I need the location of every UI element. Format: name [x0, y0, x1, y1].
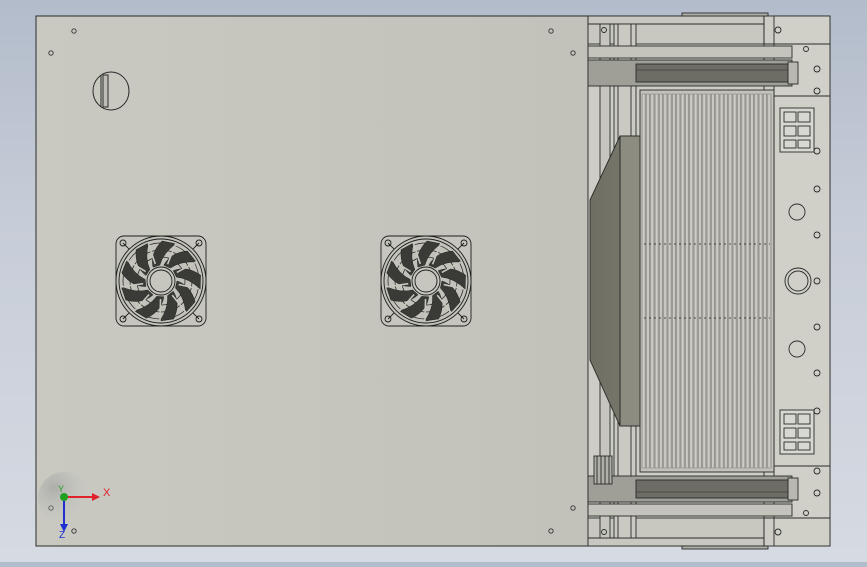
conveyor-slat [763, 93, 767, 469]
triad-x-label: X [103, 487, 111, 499]
conveyor-slat [750, 93, 754, 469]
conveyor-slat [702, 93, 707, 469]
cad-graphics-viewport[interactable]: X Y Z [0, 0, 867, 562]
conveyor-slat [741, 93, 746, 469]
cooling-fan [115, 235, 207, 327]
conveyor-slat [663, 93, 668, 469]
conveyor-slat [724, 93, 728, 469]
upper-rail [587, 45, 799, 87]
cooling-fan [380, 235, 472, 327]
conveyor-slat [641, 93, 646, 469]
conveyor-slat [676, 93, 681, 469]
switch-block-bottom [779, 409, 815, 455]
conveyor-slat [719, 93, 724, 469]
switch-block-top [779, 107, 815, 153]
conveyor-slat [650, 93, 655, 469]
triad-z-label: Z [59, 530, 66, 541]
conveyor-slat [758, 93, 763, 469]
conveyor-slat [754, 93, 759, 469]
conveyor-slat [672, 93, 676, 469]
right-end-plate [773, 15, 831, 547]
conveyor-slat [646, 93, 650, 469]
conveyor-slat [711, 93, 715, 469]
conveyor-slat [689, 93, 694, 469]
conveyor-slat [659, 93, 663, 469]
cad-model-drawing[interactable] [0, 0, 867, 562]
conveyor-slat [667, 93, 672, 469]
conveyor-slat [745, 93, 750, 469]
conveyor-slat [767, 93, 772, 469]
conveyor-slat [680, 93, 685, 469]
triad-y-label: Y [58, 484, 65, 494]
conveyor-slat [728, 93, 733, 469]
conveyor-slat [737, 93, 741, 469]
y-axis-dot [60, 493, 68, 501]
conveyor-slat [685, 93, 689, 469]
lower-rail [587, 475, 799, 517]
conveyor-slat [732, 93, 737, 469]
conveyor-slat [654, 93, 659, 469]
conveyor-slat [693, 93, 698, 469]
panel-lock [92, 71, 130, 111]
conveyor-slat [706, 93, 711, 469]
conveyor-slat [698, 93, 702, 469]
drive-coupling [593, 455, 613, 485]
conveyor-slat [715, 93, 720, 469]
